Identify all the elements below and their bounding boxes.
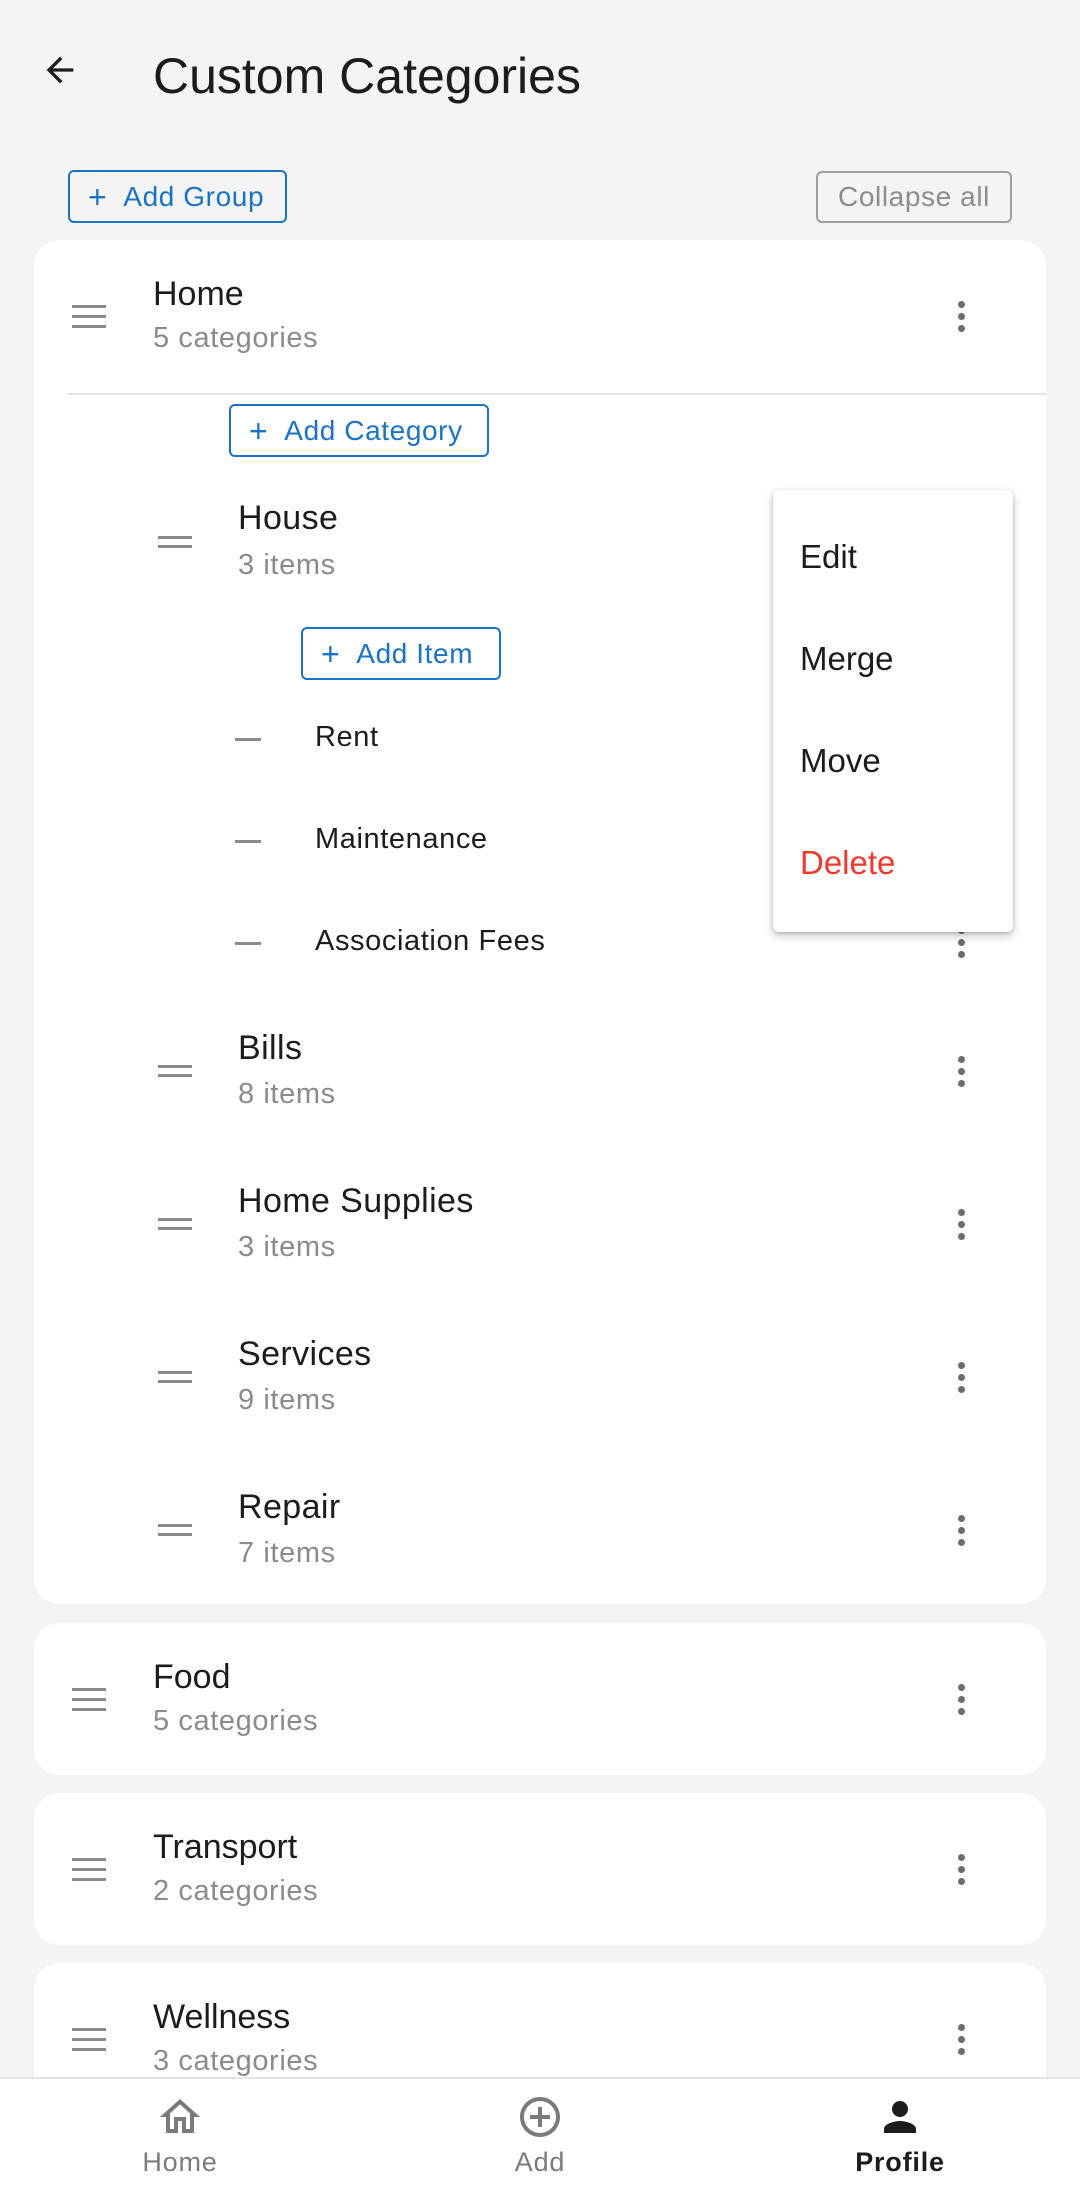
page-title: Custom Categories	[153, 48, 581, 104]
add-group-label: Add Group	[123, 180, 265, 212]
category-subtitle: 3 items	[238, 549, 336, 581]
app-bar: Custom Categories	[0, 0, 1080, 150]
drag-handle-icon[interactable]	[72, 1688, 106, 1718]
menu-item-delete[interactable]: Delete	[800, 844, 895, 882]
group-card-transport[interactable]: Transport 2 categories	[34, 1793, 1046, 1945]
home-icon	[160, 2099, 200, 2133]
add-category-button[interactable]: + Add Category	[229, 404, 489, 457]
nav-label: Profile	[855, 2147, 945, 2177]
plus-icon: +	[249, 412, 269, 449]
nav-item-add[interactable]: Add	[440, 2079, 640, 2200]
back-button[interactable]	[28, 38, 92, 102]
item-title: Association Fees	[315, 925, 546, 957]
category-subtitle: 7 items	[238, 1537, 336, 1569]
group-title: Home	[153, 275, 244, 313]
category-title: Home Supplies	[238, 1182, 474, 1220]
add-item-label: Add Item	[356, 637, 474, 669]
more-vert-icon[interactable]	[937, 1506, 985, 1554]
group-card-food[interactable]: Food 5 categories	[34, 1623, 1046, 1775]
context-menu: Edit Merge Move Delete	[773, 490, 1013, 932]
add-circle-icon	[520, 2097, 560, 2137]
bottom-nav: Home Add Profile	[0, 2077, 1080, 2200]
item-title: Maintenance	[315, 823, 488, 855]
more-vert-icon[interactable]	[937, 292, 985, 340]
category-title: Services	[238, 1335, 372, 1373]
add-category-label: Add Category	[284, 414, 463, 446]
group-title: Food	[153, 1658, 231, 1696]
arrow-back-icon	[46, 56, 74, 84]
group-subtitle: 5 categories	[153, 1705, 319, 1737]
group-subtitle: 3 categories	[153, 2045, 319, 2077]
category-title: Bills	[238, 1029, 303, 1067]
group-subtitle: 2 categories	[153, 1875, 319, 1907]
more-vert-icon[interactable]	[937, 1200, 985, 1248]
add-item-button[interactable]: + Add Item	[301, 627, 501, 680]
more-vert-icon[interactable]	[937, 1675, 985, 1723]
category-subtitle: 9 items	[238, 1384, 336, 1416]
menu-item-move[interactable]: Move	[800, 742, 881, 780]
person-icon	[884, 2101, 916, 2133]
drag-handle-icon[interactable]	[158, 536, 192, 554]
group-subtitle: 5 categories	[153, 322, 319, 354]
plus-icon: +	[88, 178, 108, 215]
drag-handle-icon[interactable]	[72, 2028, 106, 2058]
category-title: House	[238, 499, 339, 537]
dash-icon	[235, 840, 261, 843]
category-subtitle: 8 items	[238, 1078, 336, 1110]
dash-icon	[235, 942, 261, 945]
group-title: Transport	[153, 1828, 298, 1866]
item-title: Rent	[315, 721, 379, 753]
category-title: Repair	[238, 1488, 341, 1526]
drag-handle-icon[interactable]	[158, 1371, 192, 1389]
drag-handle-icon[interactable]	[72, 305, 106, 335]
more-vert-icon[interactable]	[937, 2015, 985, 2063]
menu-item-merge[interactable]: Merge	[800, 640, 894, 678]
plus-icon: +	[321, 635, 341, 672]
add-group-button[interactable]: + Add Group	[68, 170, 287, 223]
drag-handle-icon[interactable]	[158, 1218, 192, 1236]
more-vert-icon[interactable]	[937, 1845, 985, 1893]
dash-icon	[235, 738, 261, 741]
group-title: Wellness	[153, 1998, 291, 2036]
more-vert-icon[interactable]	[937, 1047, 985, 1095]
category-subtitle: 3 items	[238, 1231, 336, 1263]
drag-handle-icon[interactable]	[158, 1065, 192, 1083]
collapse-all-button[interactable]: Collapse all	[816, 171, 1012, 223]
drag-handle-icon[interactable]	[158, 1524, 192, 1542]
more-vert-icon[interactable]	[937, 1353, 985, 1401]
menu-item-edit[interactable]: Edit	[800, 538, 857, 576]
nav-label: Add	[514, 2147, 566, 2177]
nav-item-home[interactable]: Home	[80, 2079, 280, 2200]
nav-item-profile[interactable]: Profile	[800, 2079, 1000, 2200]
divider	[67, 393, 1046, 395]
nav-label: Home	[142, 2147, 218, 2177]
drag-handle-icon[interactable]	[72, 1858, 106, 1888]
